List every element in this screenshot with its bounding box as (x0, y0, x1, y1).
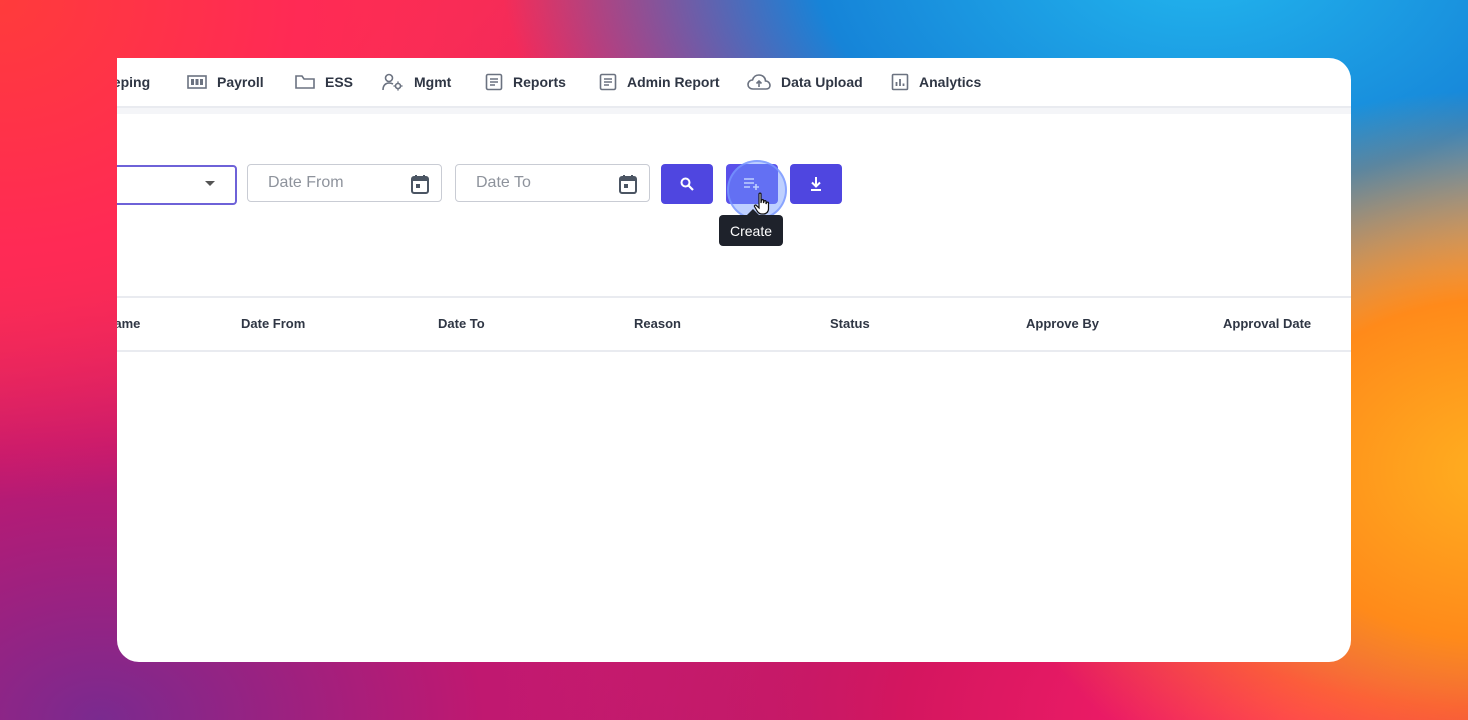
nav-item-data-upload[interactable]: Data Upload (747, 72, 863, 92)
user-gear-icon (382, 73, 403, 91)
app-window: eeping Payroll ESS Mgmt Reports Admin Re… (117, 58, 1351, 662)
search-icon (680, 177, 694, 191)
nav-item-ess[interactable]: ESS (295, 72, 353, 92)
document-icon (485, 73, 503, 91)
search-button[interactable] (661, 164, 713, 204)
chevron-down-icon (205, 181, 215, 186)
nav-label: eeping (117, 74, 151, 90)
nav-label: Payroll (217, 74, 264, 90)
table-header: Name Date From Date To Reason Status App… (117, 296, 1351, 352)
date-from-field[interactable] (247, 164, 442, 202)
nav-item-timekeeping[interactable]: eeping (117, 72, 150, 92)
download-icon (811, 177, 821, 191)
nav-label: Mgmt (414, 74, 452, 90)
column-header-date-to[interactable]: Date To (438, 316, 485, 331)
nav-label: ESS (325, 74, 354, 90)
create-tooltip: Create (719, 209, 783, 246)
folder-icon (295, 75, 315, 89)
cloud-upload-icon (747, 74, 771, 90)
nav-divider (117, 108, 1351, 114)
column-header-name[interactable]: Name (117, 316, 140, 331)
document-icon (599, 73, 617, 91)
calendar-icon[interactable] (411, 174, 429, 194)
nav-label: Admin Report (627, 74, 720, 90)
payroll-icon (187, 75, 207, 89)
column-header-date-from[interactable]: Date From (241, 316, 305, 331)
column-header-reason[interactable]: Reason (634, 316, 681, 331)
filter-select[interactable] (117, 165, 237, 205)
nav-item-admin-report[interactable]: Admin Report (599, 72, 720, 92)
nav-label: Analytics (919, 74, 982, 90)
nav-item-reports[interactable]: Reports (485, 72, 566, 92)
nav-item-analytics[interactable]: Analytics (891, 72, 981, 92)
column-header-status[interactable]: Status (830, 316, 870, 331)
date-to-field[interactable] (455, 164, 650, 202)
calendar-icon[interactable] (619, 174, 637, 194)
nav-item-mgmt[interactable]: Mgmt (382, 72, 451, 92)
chart-icon (891, 73, 909, 91)
download-button[interactable] (790, 164, 842, 204)
nav-item-payroll[interactable]: Payroll (187, 72, 264, 92)
nav-label: Reports (513, 74, 566, 90)
column-header-approve-by[interactable]: Approve By (1026, 316, 1099, 331)
top-navigation: eeping Payroll ESS Mgmt Reports Admin Re… (117, 58, 1351, 108)
column-header-approval-date[interactable]: Approval Date (1223, 316, 1311, 331)
nav-label: Data Upload (781, 74, 863, 90)
